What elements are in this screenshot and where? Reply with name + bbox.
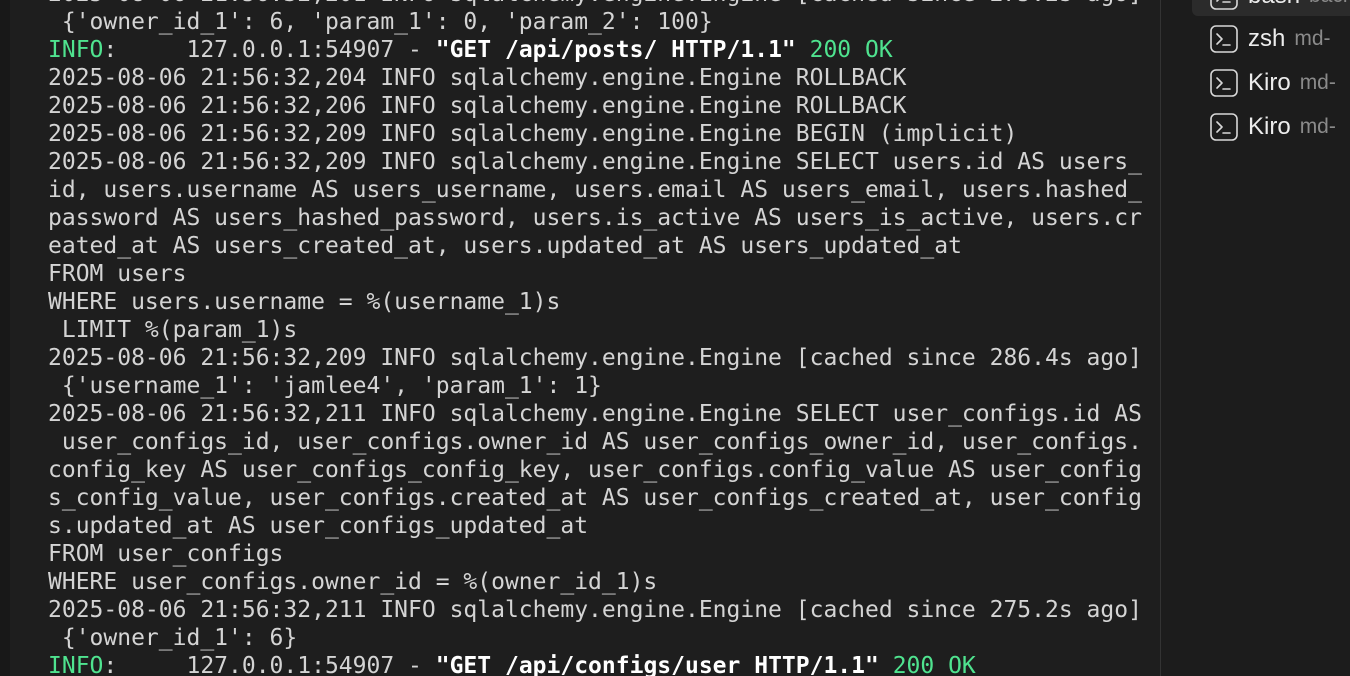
log-line: id, users.username AS users_username, us… xyxy=(48,177,1142,203)
terminal-list-item[interactable]: zsh md- xyxy=(1191,19,1350,59)
log-line: 2025-08-06 21:56:32,209 INFO sqlalchemy.… xyxy=(48,149,1142,175)
log-status: 200 OK xyxy=(795,37,893,63)
log-line: password AS users_hashed_password, users… xyxy=(48,205,1142,231)
log-request: "GET /api/configs/user HTTP/1.1" xyxy=(435,653,879,676)
terminal-list-sidebar: bashbackendzshmd-Kiromd-Kiromd- xyxy=(1161,0,1350,676)
terminal-prompt-icon xyxy=(1210,69,1238,97)
terminal-prompt-icon xyxy=(1210,25,1238,53)
log-line: 2025-08-06 21:56:32,209 INFO sqlalchemy.… xyxy=(48,345,1142,371)
log-line: {'owner_id_1': 6, 'param_1': 0, 'param_2… xyxy=(48,9,713,35)
log-client-address: : 127.0.0.1:54907 - xyxy=(103,37,436,63)
log-line: FROM user_configs xyxy=(48,541,284,567)
terminal-list-item[interactable]: bash backend xyxy=(1192,0,1350,16)
log-line: eated_at AS users_created_at, users.upda… xyxy=(48,233,962,259)
log-line: user_configs_id, user_configs.owner_id A… xyxy=(48,429,1142,455)
terminal-list-item[interactable]: Kiro md- xyxy=(1191,107,1350,147)
log-line: 2025-08-06 21:56:32,211 INFO sqlalchemy.… xyxy=(48,401,1142,427)
terminal-name: Kiro xyxy=(1248,113,1291,140)
left-gutter xyxy=(0,0,10,676)
terminal-detail: backend xyxy=(1309,0,1350,8)
log-level-tag: INFO xyxy=(48,37,104,63)
log-line: 2025-08-06 21:56:32,211 INFO sqlalchemy.… xyxy=(48,597,1142,623)
log-line: s.updated_at AS user_configs_updated_at xyxy=(48,513,589,539)
log-line: 2025-08-06 21:56:32,204 INFO sqlalchemy.… xyxy=(48,65,907,91)
terminal-app: 2025-08-06 21:56:32,201 INFO sqlalchemy.… xyxy=(0,0,1350,676)
log-client-address: : 127.0.0.1:54907 - xyxy=(103,653,436,676)
terminal-detail: md- xyxy=(1294,27,1331,50)
terminal-log: 2025-08-06 21:56:32,201 INFO sqlalchemy.… xyxy=(48,0,1142,676)
log-line: 2025-08-06 21:56:32,209 INFO sqlalchemy.… xyxy=(48,121,1018,147)
log-line: 2025-08-06 21:56:32,206 INFO sqlalchemy.… xyxy=(48,93,907,119)
log-line: s_config_value, user_configs.created_at … xyxy=(48,485,1142,511)
log-line: 2025-08-06 21:56:32,201 INFO sqlalchemy.… xyxy=(48,0,1142,8)
terminal-prompt-icon xyxy=(1210,0,1238,10)
access-log-line: INFO: 127.0.0.1:54907 - "GET /api/posts/… xyxy=(48,36,1142,64)
access-log-line: INFO: 127.0.0.1:54907 - "GET /api/config… xyxy=(48,652,1142,676)
log-line: {'owner_id_1': 6} xyxy=(48,625,298,651)
log-line: config_key AS user_configs_config_key, u… xyxy=(48,457,1142,483)
log-line: LIMIT %(param_1)s xyxy=(48,317,298,343)
terminal-name: bash xyxy=(1248,0,1300,10)
terminal-name: Kiro xyxy=(1248,69,1291,96)
terminal-prompt-icon xyxy=(1210,113,1238,141)
terminal-output-panel[interactable]: 2025-08-06 21:56:32,201 INFO sqlalchemy.… xyxy=(10,0,1160,676)
log-line: {'username_1': 'jamlee4', 'param_1': 1} xyxy=(48,373,602,399)
log-request: "GET /api/posts/ HTTP/1.1" xyxy=(435,37,796,63)
log-line: FROM users xyxy=(48,261,187,287)
terminal-list-item[interactable]: Kiro md- xyxy=(1191,63,1350,103)
log-status: 200 OK xyxy=(878,653,976,676)
log-line: WHERE users.username = %(username_1)s xyxy=(48,289,561,315)
log-level-tag: INFO xyxy=(48,653,104,676)
terminal-detail: md- xyxy=(1299,71,1336,94)
log-line: WHERE user_configs.owner_id = %(owner_id… xyxy=(48,569,658,595)
terminal-name: zsh xyxy=(1248,25,1286,52)
terminal-detail: md- xyxy=(1299,115,1336,138)
